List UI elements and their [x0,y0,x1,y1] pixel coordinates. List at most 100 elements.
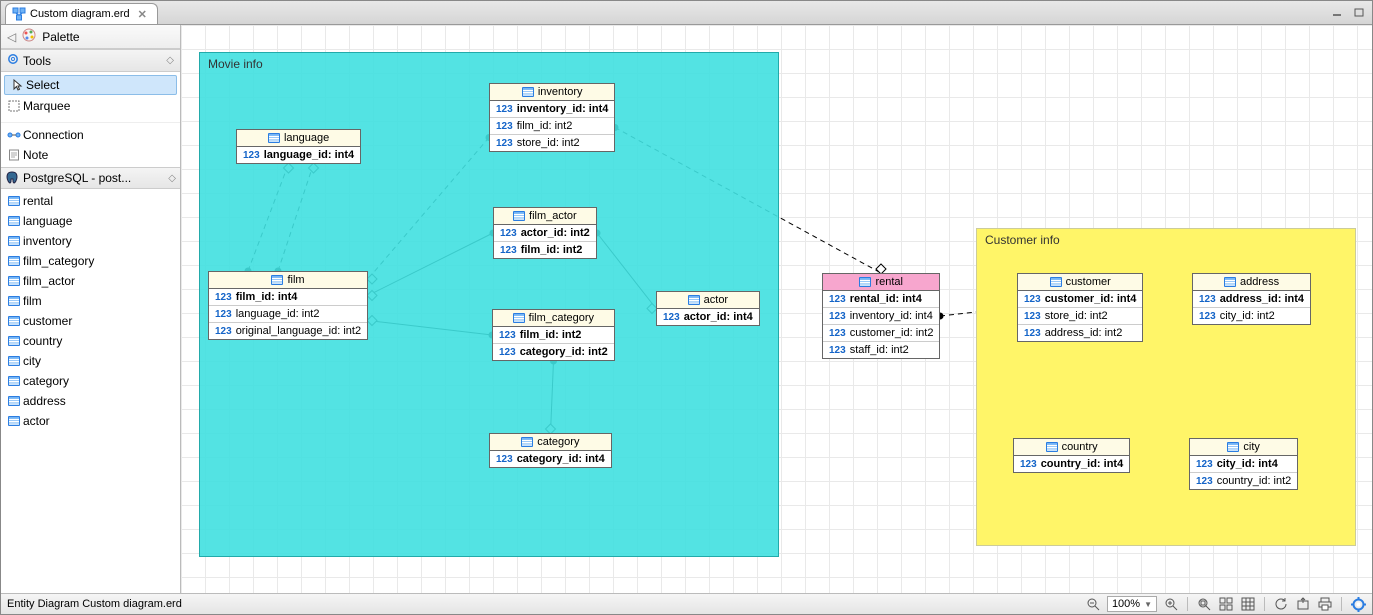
table-icon [7,374,21,388]
db-tree-header[interactable]: PostgreSQL - post... ◇ [1,167,180,189]
column-row: 123language_id: int4 [237,147,360,163]
pin-icon[interactable]: ◇ [166,55,174,66]
entity-film[interactable]: film123film_id: int4123language_id: int2… [208,271,368,340]
entity-header: address [1193,274,1310,291]
tool-note[interactable]: Note [1,145,180,165]
entity-header: rental [823,274,939,291]
tool-select[interactable]: Select [4,75,177,95]
table-icon [513,211,525,221]
column-row: 123city_id: int2 [1193,307,1310,324]
cursor-arrow-icon [11,78,25,92]
entity-rental[interactable]: rental123rental_id: int4123inventory_id:… [822,273,940,359]
tab-bar: Custom diagram.erd ✕ [1,1,1372,25]
entity-film_actor[interactable]: film_actor123actor_id: int2123film_id: i… [493,207,597,259]
export-icon[interactable] [1295,596,1311,612]
entity-category[interactable]: category123category_id: int4 [489,433,612,468]
tree-item-film_category[interactable]: film_category [1,251,180,271]
entity-header: actor [657,292,759,309]
connection-icon [7,128,21,142]
column-row: 123actor_id: int4 [657,309,759,325]
column-row: 123inventory_id: int4 [490,101,614,117]
entity-address[interactable]: address123address_id: int4123city_id: in… [1192,273,1311,325]
table-icon [1227,442,1239,452]
db-tree-items: rentallanguageinventoryfilm_categoryfilm… [1,189,180,433]
table-icon [7,294,21,308]
table-icon [7,354,21,368]
entity-city[interactable]: city123city_id: int4123country_id: int2 [1189,438,1298,490]
zoom-combo[interactable]: 100%▼ [1107,596,1157,612]
marquee-icon [7,99,21,113]
tree-item-category[interactable]: category [1,371,180,391]
zoom-fit-icon[interactable] [1196,596,1212,612]
maximize-icon[interactable] [1352,5,1366,19]
table-icon [688,295,700,305]
entity-actor[interactable]: actor123actor_id: int4 [656,291,760,326]
region-label: Movie info [208,57,263,71]
tree-item-film[interactable]: film [1,291,180,311]
tree-item-country[interactable]: country [1,331,180,351]
table-icon [7,234,21,248]
tree-item-inventory[interactable]: inventory [1,231,180,251]
minimize-icon[interactable] [1330,5,1344,19]
postgresql-icon [5,171,19,185]
entity-country[interactable]: country123country_id: int4 [1013,438,1130,473]
table-icon [7,254,21,268]
zoom-out-icon[interactable] [1085,596,1101,612]
table-icon [1050,277,1062,287]
column-row: 123film_id: int2 [494,241,596,258]
entity-header: film_actor [494,208,596,225]
layout-icon[interactable] [1218,596,1234,612]
column-row: 123film_id: int4 [209,289,367,305]
tree-item-film_actor[interactable]: film_actor [1,271,180,291]
column-row: 123inventory_id: int4 [823,307,939,324]
column-row: 123customer_id: int4 [1018,291,1142,307]
grid-toggle-icon[interactable] [1240,596,1256,612]
table-icon [7,194,21,208]
table-icon [521,437,533,447]
entity-header: film [209,272,367,289]
column-row: 123city_id: int4 [1190,456,1297,472]
table-icon [7,414,21,428]
column-row: 123country_id: int4 [1014,456,1129,472]
entity-inventory[interactable]: inventory123inventory_id: int4123film_id… [489,83,615,152]
settings-gear-icon[interactable] [1350,596,1366,612]
entity-header: customer [1018,274,1142,291]
tree-item-language[interactable]: language [1,211,180,231]
refresh-icon[interactable] [1273,596,1289,612]
entity-header: country [1014,439,1129,456]
table-icon [268,133,280,143]
column-row: 123category_id: int2 [493,343,614,360]
erd-file-icon [12,7,26,21]
column-row: 123film_id: int2 [493,327,614,343]
column-row: 123country_id: int2 [1190,472,1297,489]
table-icon [513,313,525,323]
tools-section-header[interactable]: Tools ◇ [1,49,180,72]
diagram-canvas[interactable]: Movie infoCustomer infolanguage123langua… [181,25,1372,593]
pin-icon[interactable]: ◇ [168,173,176,184]
entity-film_category[interactable]: film_category123film_id: int2123category… [492,309,615,361]
editor-tab[interactable]: Custom diagram.erd ✕ [5,3,158,24]
column-row: 123address_id: int2 [1018,324,1142,341]
close-icon[interactable]: ✕ [138,8,147,21]
entity-language[interactable]: language123language_id: int4 [236,129,361,164]
zoom-in-icon[interactable] [1163,596,1179,612]
tool-marquee[interactable]: Marquee [1,96,180,116]
tree-item-customer[interactable]: customer [1,311,180,331]
entity-header: language [237,130,360,147]
status-text: Entity Diagram Custom diagram.erd [7,598,182,610]
table-icon [522,87,534,97]
tree-item-address[interactable]: address [1,391,180,411]
tool-connection[interactable]: Connection [1,125,180,145]
entity-header: film_category [493,310,614,327]
table-icon [7,214,21,228]
tree-item-rental[interactable]: rental [1,191,180,211]
print-icon[interactable] [1317,596,1333,612]
tree-item-city[interactable]: city [1,351,180,371]
region-label: Customer info [985,233,1060,247]
entity-customer[interactable]: customer123customer_id: int4123store_id:… [1017,273,1143,342]
entity-header: inventory [490,84,614,101]
column-row: 123language_id: int2 [209,305,367,322]
table-icon [7,334,21,348]
palette-back-icon[interactable]: ◁ [7,30,16,44]
tree-item-actor[interactable]: actor [1,411,180,431]
